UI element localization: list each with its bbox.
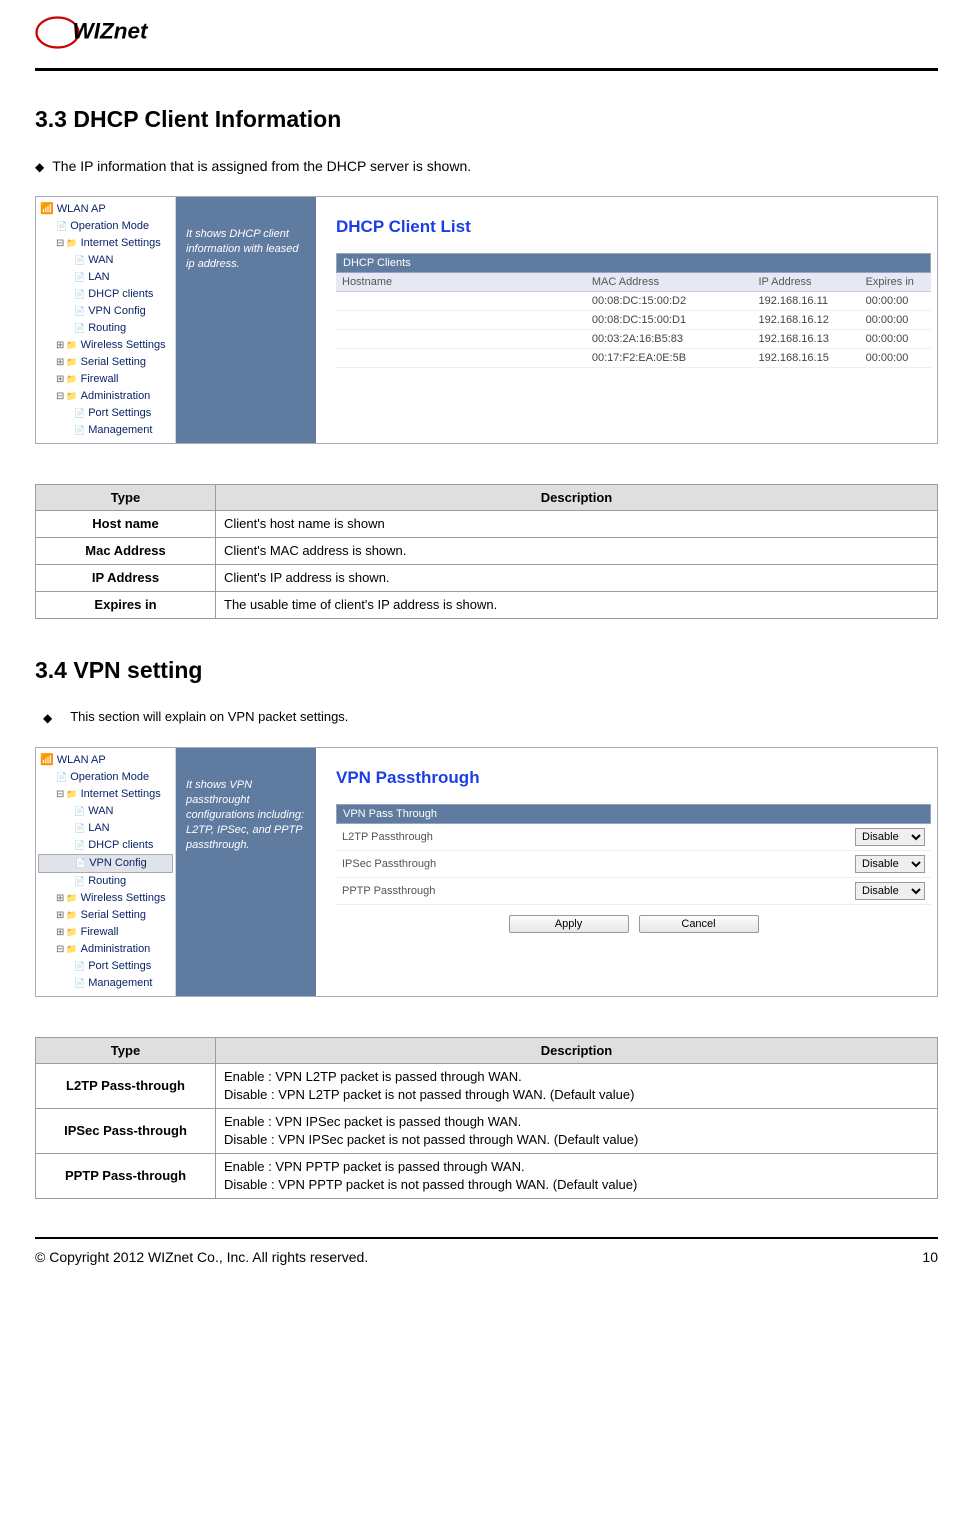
info-table-3-4: Type Description L2TP Pass-through Enabl… — [35, 1037, 938, 1199]
col-expires: Expires in — [860, 273, 931, 292]
brand-logo: WIZnet — [35, 10, 938, 60]
heading-3-3: 3.3 DHCP Client Information — [35, 106, 938, 133]
col-ip: IP Address — [752, 273, 859, 292]
label-l2tp: L2TP Passthrough — [342, 831, 855, 843]
table-header-row: Hostname MAC Address IP Address Expires … — [336, 273, 931, 292]
tree-vpn-config[interactable]: VPN Config — [38, 303, 173, 320]
copyright-text: © Copyright 2012 WIZnet Co., Inc. All ri… — [35, 1249, 368, 1265]
tree-root[interactable]: 📶 WLAN AP — [38, 201, 173, 218]
tree-wan[interactable]: WAN — [38, 252, 173, 269]
table-row: 00:08:DC:15:00:D1 192.168.16.12 00:00:00 — [336, 311, 931, 330]
panel-title: VPN Passthrough — [336, 768, 931, 788]
tree-firewall[interactable]: Firewall — [38, 371, 173, 388]
col-type: Type — [36, 1038, 216, 1064]
header-rule — [35, 68, 938, 71]
tree-port-settings[interactable]: Port Settings — [38, 958, 173, 975]
tree-routing[interactable]: Routing — [38, 873, 173, 890]
tree-lan[interactable]: LAN — [38, 269, 173, 286]
tree-administration[interactable]: Administration — [38, 941, 173, 958]
page-footer: © Copyright 2012 WIZnet Co., Inc. All ri… — [35, 1249, 938, 1265]
panel-description: It shows VPN passthrought configurations… — [176, 748, 316, 996]
wiznet-logo-icon: WIZnet — [35, 10, 185, 55]
tree-dhcp-clients[interactable]: DHCP clients — [38, 286, 173, 303]
tree-wan[interactable]: WAN — [38, 803, 173, 820]
nav-tree: 📶 WLAN AP Operation Mode Internet Settin… — [36, 197, 176, 443]
form-row-l2tp: L2TP Passthrough Disable — [336, 824, 931, 851]
tree-dhcp-clients[interactable]: DHCP clients — [38, 837, 173, 854]
form-row-ipsec: IPSec Passthrough Disable — [336, 851, 931, 878]
tree-serial-setting[interactable]: Serial Setting — [38, 354, 173, 371]
screenshot-vpn-passthrough: 📶 WLAN AP Operation Mode Internet Settin… — [35, 747, 938, 997]
label-pptp: PPTP Passthrough — [342, 885, 855, 897]
diamond-bullet-icon: ◆ — [43, 709, 52, 727]
col-description: Description — [216, 1038, 938, 1064]
tree-internet-settings[interactable]: Internet Settings — [38, 235, 173, 252]
tree-routing[interactable]: Routing — [38, 320, 173, 337]
tree-administration[interactable]: Administration — [38, 388, 173, 405]
form-row-pptp: PPTP Passthrough Disable — [336, 878, 931, 905]
tree-lan[interactable]: LAN — [38, 820, 173, 837]
tree-wireless-settings[interactable]: Wireless Settings — [38, 337, 173, 354]
label-ipsec: IPSec Passthrough — [342, 858, 855, 870]
select-ipsec[interactable]: Disable — [855, 855, 925, 873]
intro-3-4: ◆ This section will explain on VPN packe… — [35, 709, 938, 727]
panel-title: DHCP Client List — [336, 217, 931, 237]
info-table-3-3: Type Description Host nameClient's host … — [35, 484, 938, 619]
panel-description: It shows DHCP client information with le… — [176, 197, 316, 443]
heading-3-4: 3.4 VPN setting — [35, 657, 938, 684]
footer-rule — [35, 1237, 938, 1239]
screenshot-dhcp-client-list: 📶 WLAN AP Operation Mode Internet Settin… — [35, 196, 938, 444]
col-hostname: Hostname — [336, 273, 586, 292]
tree-internet-settings[interactable]: Internet Settings — [38, 786, 173, 803]
dhcp-clients-table: Hostname MAC Address IP Address Expires … — [336, 273, 931, 368]
intro-text: The IP information that is assigned from… — [52, 158, 471, 174]
apply-button[interactable]: Apply — [509, 915, 629, 933]
tree-firewall[interactable]: Firewall — [38, 924, 173, 941]
tree-operation-mode[interactable]: Operation Mode — [38, 769, 173, 786]
tree-operation-mode[interactable]: Operation Mode — [38, 218, 173, 235]
panel-main: DHCP Client List DHCP Clients Hostname M… — [316, 197, 937, 443]
section-bar: DHCP Clients — [336, 253, 931, 273]
col-mac: MAC Address — [586, 273, 753, 292]
col-description: Description — [216, 485, 938, 511]
cancel-button[interactable]: Cancel — [639, 915, 759, 933]
col-type: Type — [36, 485, 216, 511]
tree-vpn-config-selected[interactable]: VPN Config — [38, 854, 173, 873]
tree-management[interactable]: Management — [38, 422, 173, 439]
select-l2tp[interactable]: Disable — [855, 828, 925, 846]
table-row: 00:03:2A:16:B5:83 192.168.16.13 00:00:00 — [336, 330, 931, 349]
tree-management[interactable]: Management — [38, 975, 173, 992]
table-row: 00:17:F2:EA:0E:5B 192.168.16.15 00:00:00 — [336, 349, 931, 368]
page-number: 10 — [922, 1249, 938, 1265]
svg-text:WIZnet: WIZnet — [73, 19, 149, 44]
intro-3-3: ◆ The IP information that is assigned fr… — [35, 158, 938, 176]
table-row: 00:08:DC:15:00:D2 192.168.16.11 00:00:00 — [336, 292, 931, 311]
nav-tree: 📶 WLAN AP Operation Mode Internet Settin… — [36, 748, 176, 996]
intro-text: This section will explain on VPN packet … — [70, 709, 348, 724]
tree-root[interactable]: 📶 WLAN AP — [38, 752, 173, 769]
select-pptp[interactable]: Disable — [855, 882, 925, 900]
tree-wireless-settings[interactable]: Wireless Settings — [38, 890, 173, 907]
diamond-bullet-icon: ◆ — [35, 158, 44, 176]
tree-port-settings[interactable]: Port Settings — [38, 405, 173, 422]
section-bar: VPN Pass Through — [336, 804, 931, 824]
panel-main: VPN Passthrough VPN Pass Through L2TP Pa… — [316, 748, 937, 996]
tree-serial-setting[interactable]: Serial Setting — [38, 907, 173, 924]
